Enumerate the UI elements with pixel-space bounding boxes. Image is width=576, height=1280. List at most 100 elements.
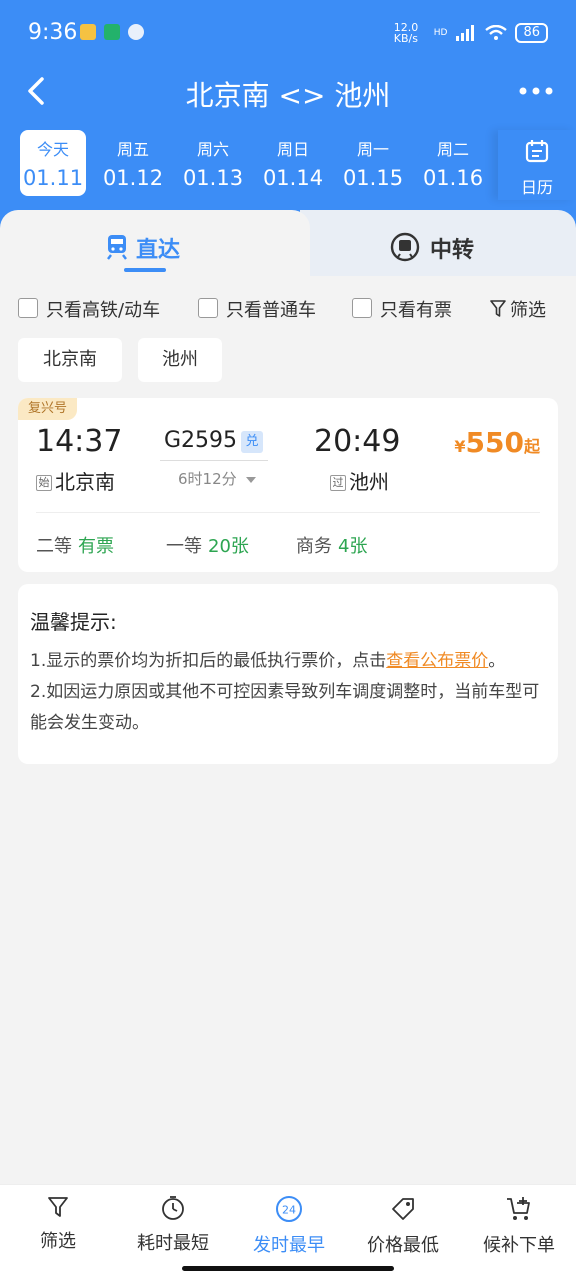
seat-label: 二等 [36, 536, 72, 557]
date-item[interactable]: 周五 01.12 [100, 130, 166, 196]
tab-bar: 中转 直达 [0, 210, 576, 276]
tab-direct[interactable]: 直达 [0, 210, 310, 276]
calendar-label: 日历 [520, 178, 553, 197]
price-symbol: ¥ [454, 437, 466, 456]
filter-icon[interactable] [490, 300, 506, 318]
train-number-text: G2595 [164, 428, 238, 453]
network-speed: 12.0 KB/s [393, 21, 419, 45]
depart-station: 始北京南 [36, 466, 115, 495]
waitlist-order-label: 候补下单 [483, 1235, 555, 1256]
sort-cheapest-button[interactable]: 价格最低 [358, 1195, 448, 1257]
duration-text: 6时12分 [178, 470, 237, 488]
high-speed-checkbox[interactable] [18, 298, 38, 318]
sort-earliest-button[interactable]: 24 发时最早 [244, 1195, 334, 1257]
price: ¥550起 [454, 426, 540, 459]
seat-value: 有票 [78, 536, 114, 557]
nav-bar: 北京南 <> 池州 [0, 64, 576, 120]
tips-line-1: 1.显示的票价均为折扣后的最低执行票价，点击查看公布票价。 [30, 646, 550, 677]
available-checkbox[interactable] [352, 298, 372, 318]
tips-card: 温馨提示: 1.显示的票价均为折扣后的最低执行票价，点击查看公布票价。 2.如因… [18, 584, 558, 764]
filter-row: 只看高铁/动车 只看普通车 只看有票 筛选 [0, 290, 576, 330]
screen-label[interactable]: 筛选 [510, 296, 546, 322]
tab-active-indicator [124, 268, 166, 272]
date-selector: 今天 01.11 周五 01.12 周六 01.13 周日 01.14 周一 0… [0, 130, 576, 200]
date-value: 01.15 [342, 166, 404, 190]
battery-indicator: 86 [515, 23, 548, 43]
depart-time: 14:37 [36, 424, 123, 459]
exchange-badge: 兑 [241, 431, 264, 453]
route-line [160, 460, 268, 461]
train-number: G2595 兑 [164, 428, 264, 453]
normal-train-label[interactable]: 只看普通车 [226, 296, 316, 322]
tips-line-2: 2.如因运力原因或其他不可控因素导致列车调度调整时，当前车型可能会发生变动。 [30, 682, 540, 733]
station-chip-arrive[interactable]: 池州 [138, 338, 222, 382]
triangle-down-icon [246, 477, 257, 483]
sort-earliest-label: 发时最早 [253, 1235, 325, 1256]
seat-value: 20张 [208, 536, 249, 557]
seat-value: 4张 [338, 536, 368, 557]
calendar-icon [525, 140, 549, 163]
arrive-station: 过池州 [330, 466, 389, 495]
sort-cheapest-label: 价格最低 [367, 1235, 439, 1256]
view-published-price-link[interactable]: 查看公布票价 [386, 651, 488, 671]
date-item[interactable]: 周六 01.13 [180, 130, 246, 196]
date-week: 周二 [436, 140, 469, 159]
normal-train-checkbox[interactable] [198, 298, 218, 318]
status-right: 12.0 KB/s HD 86 [394, 22, 548, 44]
hd-label: HD [433, 28, 448, 38]
tips-heading: 温馨提示: [30, 610, 117, 634]
arrive-station-name: 池州 [349, 470, 389, 494]
home-indicator[interactable] [182, 1266, 394, 1271]
transfer-train-icon [390, 232, 420, 262]
train-type-badge: 复兴号 [18, 398, 78, 420]
tab-transfer[interactable]: 中转 [300, 210, 576, 276]
date-item-today[interactable]: 今天 01.11 [20, 130, 86, 196]
available-label[interactable]: 只看有票 [380, 296, 452, 322]
train-card[interactable]: 复兴号 14:37 20:49 始北京南 过池州 G2595 兑 6时12分 ¥5… [18, 398, 558, 572]
more-icon[interactable] [518, 86, 554, 96]
station-chips: 北京南 池州 [0, 338, 576, 384]
clock-24-icon: 24 [276, 1196, 302, 1222]
direct-train-icon [107, 235, 127, 260]
waitlist-order-button[interactable]: 候补下单 [474, 1195, 564, 1257]
date-item[interactable]: 周日 01.14 [260, 130, 326, 196]
tab-direct-label: 直达 [136, 238, 181, 263]
sort-filter-button[interactable]: 筛选 [20, 1195, 96, 1253]
high-speed-label[interactable]: 只看高铁/动车 [46, 296, 160, 322]
pass-tag: 过 [330, 475, 346, 491]
weather-icon [128, 24, 144, 40]
message-icon [80, 24, 96, 40]
sort-filter-label: 筛选 [40, 1231, 76, 1252]
seat-business-class: 商务 4张 [296, 532, 367, 558]
wifi-icon [485, 25, 508, 40]
sort-shortest-label: 耗时最短 [137, 1233, 209, 1254]
date-value: 01.13 [182, 166, 244, 190]
tab-transfer-label: 中转 [430, 238, 475, 263]
date-value: 01.14 [262, 166, 324, 190]
price-tag-icon [392, 1198, 414, 1220]
date-value: 01.16 [422, 166, 484, 190]
status-time: 9:36 [28, 20, 78, 45]
seat-first-class: 一等 20张 [166, 532, 249, 558]
duration[interactable]: 6时12分 [178, 468, 257, 489]
station-chip-depart[interactable]: 北京南 [18, 338, 122, 382]
tips-line-1-end: 。 [488, 651, 506, 671]
calendar-button[interactable]: 日历 [498, 130, 576, 200]
date-week: 周六 [196, 140, 229, 159]
card-divider [36, 512, 540, 513]
status-bar: 9:36 12.0 KB/s HD 86 [0, 0, 576, 64]
svg-text:24: 24 [282, 1204, 296, 1217]
date-item[interactable]: 周二 01.16 [420, 130, 486, 196]
date-week: 周日 [276, 140, 309, 159]
date-value: 01.11 [22, 166, 84, 190]
signal-icon [456, 25, 475, 41]
arrive-time: 20:49 [314, 424, 401, 459]
sort-shortest-button[interactable]: 耗时最短 [128, 1195, 218, 1255]
download-icon [104, 24, 120, 40]
date-week: 今天 [36, 140, 69, 159]
date-week: 周五 [116, 140, 149, 159]
price-value: 550 [465, 426, 524, 459]
date-item[interactable]: 周一 01.15 [340, 130, 406, 196]
timer-icon [162, 1196, 184, 1220]
filter-icon [48, 1197, 68, 1217]
